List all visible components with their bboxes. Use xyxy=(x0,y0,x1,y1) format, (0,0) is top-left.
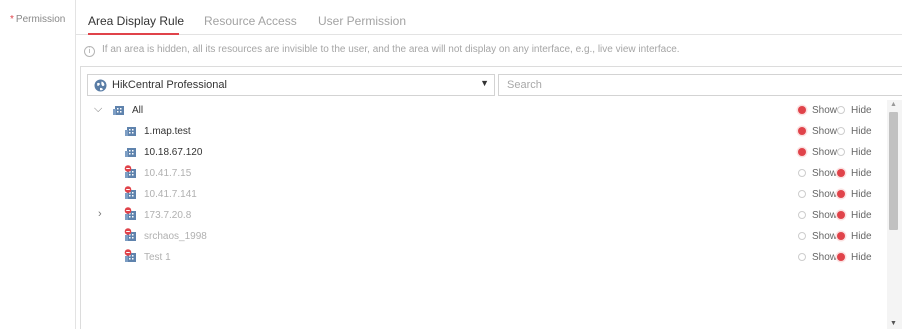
required-mark: * xyxy=(10,14,14,25)
tree-row-10-41-7-141[interactable]: 10.41.7.141 Show Hide xyxy=(80,184,886,205)
chevron-right-icon[interactable]: › xyxy=(98,208,102,220)
hide-label: Hide xyxy=(851,168,872,179)
active-tab-indicator xyxy=(88,33,179,35)
tree-node-label: 10.41.7.141 xyxy=(144,189,197,200)
hide-option[interactable]: Hide xyxy=(837,189,872,200)
tree-row-all[interactable]: ⌵ All Show Hide xyxy=(80,100,886,121)
scroll-down-icon[interactable]: ▼ xyxy=(890,320,897,327)
hide-radio[interactable] xyxy=(837,169,845,177)
hide-label: Hide xyxy=(851,231,872,242)
hide-radio[interactable] xyxy=(837,190,845,198)
show-option[interactable]: Show xyxy=(798,252,837,263)
site-select[interactable]: HikCentral Professional ▼ xyxy=(87,74,495,96)
chevron-down-icon[interactable]: ⌵ xyxy=(94,103,102,116)
tree-row-10-18-67-120[interactable]: 10.18.67.120 Show Hide xyxy=(80,142,886,163)
show-option[interactable]: Show xyxy=(798,210,837,221)
tree-row-10-41-7-15[interactable]: 10.41.7.15 Show Hide xyxy=(80,163,886,184)
area-icon xyxy=(113,106,124,115)
show-radio[interactable] xyxy=(798,148,806,156)
area-offline-icon xyxy=(124,186,136,199)
show-label: Show xyxy=(812,189,838,200)
info-message: i If an area is hidden, all its resources… xyxy=(84,44,680,57)
hide-option[interactable]: Hide xyxy=(837,210,872,221)
hide-radio[interactable] xyxy=(837,211,845,219)
show-label: Show xyxy=(812,252,838,263)
show-option[interactable]: Show xyxy=(798,126,837,137)
tree-row-173-7-20-8[interactable]: › 173.7.20.8 Show Hide xyxy=(80,205,886,226)
tree-row-1-map-test[interactable]: 1.map.test Show Hide xyxy=(80,121,886,142)
tab-area-display-rule[interactable]: Area Display Rule xyxy=(88,14,184,28)
hide-option[interactable]: Hide xyxy=(837,252,872,263)
globe-icon xyxy=(94,79,107,92)
tree-node-label: All xyxy=(132,105,144,116)
area-offline-icon xyxy=(124,165,136,178)
show-radio[interactable] xyxy=(798,190,806,198)
area-icon xyxy=(125,148,136,157)
show-radio[interactable] xyxy=(798,253,806,261)
tree-node-label: 1.map.test xyxy=(144,126,191,137)
show-label: Show xyxy=(812,105,838,116)
area-offline-icon xyxy=(124,228,136,241)
info-text: If an area is hidden, all its resources … xyxy=(102,44,680,55)
show-option[interactable]: Show xyxy=(798,189,837,200)
area-offline-icon xyxy=(124,249,136,262)
permission-label: * Permission xyxy=(10,14,65,25)
hide-label: Hide xyxy=(851,252,872,263)
tree-row-test-1[interactable]: Test 1 Show Hide xyxy=(80,247,886,268)
scroll-up-icon[interactable]: ▲ xyxy=(890,101,897,108)
area-icon xyxy=(125,127,136,136)
show-option[interactable]: Show xyxy=(798,105,837,116)
hide-option[interactable]: Hide xyxy=(837,231,872,242)
search-input[interactable] xyxy=(498,74,902,96)
tree-node-label: 10.18.67.120 xyxy=(144,147,203,158)
hide-label: Hide xyxy=(851,147,872,158)
show-option[interactable]: Show xyxy=(798,147,837,158)
hide-option[interactable]: Hide xyxy=(837,105,872,116)
permission-label-text: Permission xyxy=(15,14,66,25)
hide-radio[interactable] xyxy=(837,127,845,135)
tree-scrollbar[interactable]: ▲ ▼ xyxy=(887,100,902,329)
hide-option[interactable]: Hide xyxy=(837,147,872,158)
site-select-value: HikCentral Professional xyxy=(112,79,227,91)
show-radio[interactable] xyxy=(798,127,806,135)
tree-row-srchaos-1998[interactable]: srchaos_1998 Show Hide xyxy=(80,226,886,247)
hide-radio[interactable] xyxy=(837,232,845,240)
hide-radio[interactable] xyxy=(837,106,845,114)
show-label: Show xyxy=(812,126,838,137)
tab-resource-access[interactable]: Resource Access xyxy=(204,14,297,28)
hide-option[interactable]: Hide xyxy=(837,126,872,137)
tree-node-label: srchaos_1998 xyxy=(144,231,207,242)
tree-node-label: 173.7.20.8 xyxy=(144,210,192,221)
show-radio[interactable] xyxy=(798,106,806,114)
hide-label: Hide xyxy=(851,210,872,221)
hide-label: Hide xyxy=(851,189,872,200)
tab-user-permission[interactable]: User Permission xyxy=(318,14,406,28)
hide-label: Hide xyxy=(851,105,872,116)
hide-label: Hide xyxy=(851,126,872,137)
show-label: Show xyxy=(812,210,838,221)
show-label: Show xyxy=(812,231,838,242)
caret-down-icon: ▼ xyxy=(480,78,489,88)
area-offline-icon xyxy=(124,207,136,220)
show-radio[interactable] xyxy=(798,211,806,219)
tree-node-label: 10.41.7.15 xyxy=(144,168,192,179)
tab-bar: Area Display Rule Resource Access User P… xyxy=(76,0,902,35)
show-label: Show xyxy=(812,147,838,158)
tree-node-label: Test 1 xyxy=(144,252,171,263)
hide-option[interactable]: Hide xyxy=(837,168,872,179)
hide-radio[interactable] xyxy=(837,148,845,156)
info-icon: i xyxy=(84,46,95,57)
section-divider xyxy=(75,0,76,329)
show-option[interactable]: Show xyxy=(798,231,837,242)
show-label: Show xyxy=(812,168,838,179)
show-radio[interactable] xyxy=(798,232,806,240)
show-option[interactable]: Show xyxy=(798,168,837,179)
show-radio[interactable] xyxy=(798,169,806,177)
hide-radio[interactable] xyxy=(837,253,845,261)
scrollbar-thumb[interactable] xyxy=(889,112,898,230)
